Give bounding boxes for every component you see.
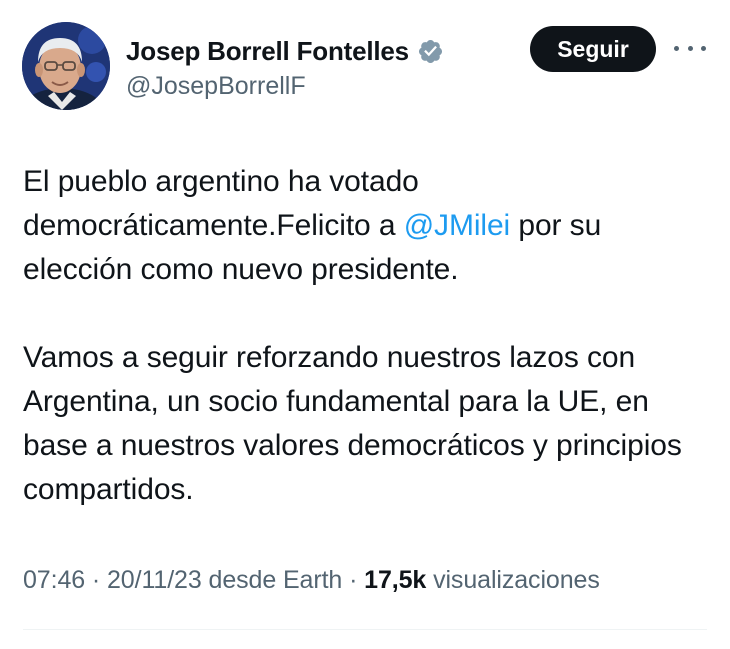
author-avatar[interactable]: [22, 22, 110, 110]
name-row: Josep Borrell Fontelles: [126, 36, 444, 66]
more-dot: [687, 45, 693, 51]
paragraph-1-text-start: El pueblo argentino ha votado democrátic…: [23, 165, 419, 242]
tweet-time[interactable]: 07:46: [23, 566, 85, 594]
more-dot: [674, 45, 679, 51]
tweet-header: Josep Borrell Fontelles @JosepBorrellF S…: [22, 22, 712, 114]
meta-separator: ·: [85, 566, 107, 594]
more-dot: [701, 45, 706, 51]
tweet-paragraph-1: El pueblo argentino ha votado democrátic…: [23, 160, 713, 292]
follow-button[interactable]: Seguir: [530, 26, 656, 72]
author-handle[interactable]: @JosepBorrellF: [126, 72, 444, 101]
more-options-icon[interactable]: [674, 38, 706, 58]
views-label: visualizaciones: [433, 566, 600, 594]
verified-badge-icon: [417, 38, 444, 65]
tweet-paragraph-2: Vamos a seguir reforzando nuestros lazos…: [23, 341, 682, 506]
tweet-date[interactable]: 20/11/23: [107, 566, 202, 594]
tweet-text: El pueblo argentino ha votado democrátic…: [23, 160, 713, 512]
meta-separator: ·: [342, 566, 365, 594]
tweet-source: desde Earth: [208, 566, 343, 594]
author-info: Josep Borrell Fontelles @JosepBorrellF: [126, 36, 444, 101]
author-display-name[interactable]: Josep Borrell Fontelles: [126, 36, 409, 67]
divider: [23, 629, 707, 630]
mention-link[interactable]: @JMilei: [404, 209, 511, 242]
views-count[interactable]: 17,5k: [364, 566, 426, 594]
tweet-meta: 07:46 · 20/11/23 desde Earth · 17,5k vis…: [23, 566, 600, 595]
avatar-image: [22, 22, 110, 110]
